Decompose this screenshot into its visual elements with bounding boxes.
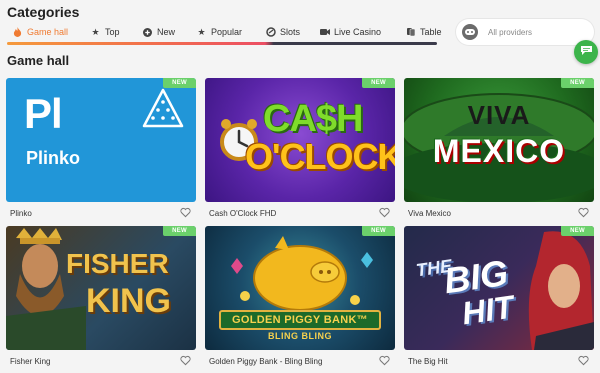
game-art-subtitle: BLING BLING (268, 331, 332, 341)
game-name: Viva Mexico (408, 209, 451, 218)
game-name: Golden Piggy Bank - Bling Bling (209, 357, 323, 366)
game-art-title: FISHER (66, 248, 169, 279)
game-name: Fisher King (10, 357, 51, 366)
tab-game-hall[interactable]: Game hall (12, 22, 68, 42)
tab-new[interactable]: New (142, 22, 175, 42)
tab-label: Live Casino (334, 27, 382, 37)
cards-icon (405, 27, 416, 38)
tab-underline (7, 42, 437, 45)
favorite-heart-icon[interactable] (180, 355, 191, 366)
category-tabs: Game hall ★ Top New ★ Popular Slots Live… (7, 22, 442, 45)
game-art-subtitle: KING (86, 282, 171, 320)
game-name: The Big Hit (408, 357, 448, 366)
tab-label: Slots (280, 27, 301, 37)
providers-select[interactable]: All providers (456, 19, 594, 45)
game-card-plinko[interactable]: Pl Plinko NEW Plinko (6, 78, 196, 222)
flame-icon (12, 27, 23, 38)
tab-label: Popular (211, 27, 243, 37)
game-card-golden-piggy-bank[interactable]: GOLDEN PIGGY BANK™ BLING BLING NEW Golde… (205, 226, 395, 370)
new-badge: NEW (163, 226, 196, 236)
star-icon: ★ (197, 26, 206, 37)
triangle-pegs-icon (142, 88, 184, 128)
game-art-title: VIVA (467, 100, 531, 130)
section-title: Game hall (7, 53, 70, 68)
favorite-heart-icon[interactable] (578, 207, 589, 218)
favorite-heart-icon[interactable] (578, 355, 589, 366)
new-badge: NEW (362, 226, 395, 236)
game-card-cash-oclock[interactable]: CA$H O'CLOCK NEW Cash O'Clock FHD (205, 78, 395, 222)
game-art-title: GOLDEN PIGGY BANK™ (219, 310, 381, 330)
tab-label: Game hall (27, 27, 69, 37)
plus-icon (142, 27, 153, 38)
tab-table[interactable]: Table (405, 22, 442, 42)
slot-icon (265, 27, 276, 38)
game-thumbnail[interactable]: THE BIG HIT NEW (404, 226, 594, 350)
game-art-subtitle: Plinko (26, 148, 81, 168)
new-badge: NEW (362, 78, 395, 88)
tab-slots[interactable]: Slots (265, 22, 300, 42)
game-card-viva-mexico[interactable]: VIVA MEXICO NEW Viva Mexico (404, 78, 594, 222)
favorite-heart-icon[interactable] (180, 207, 191, 218)
game-thumbnail[interactable]: Pl Plinko NEW (6, 78, 196, 202)
chat-button[interactable] (574, 40, 598, 64)
game-thumbnail[interactable]: VIVA MEXICO NEW (404, 78, 594, 202)
game-name: Cash O'Clock FHD (209, 209, 277, 218)
camera-icon (319, 27, 330, 38)
game-thumbnail[interactable]: CA$H O'CLOCK NEW (205, 78, 395, 202)
tab-top[interactable]: ★ Top (90, 22, 120, 42)
tab-label: Top (105, 27, 120, 37)
game-card-fisher-king[interactable]: FISHER KING NEW Fisher King (6, 226, 196, 370)
tab-label: Table (420, 27, 442, 37)
tab-label: New (157, 27, 176, 37)
chat-bubble-icon (580, 43, 593, 61)
favorite-heart-icon[interactable] (379, 207, 390, 218)
providers-placeholder: All providers (488, 27, 533, 37)
game-art-subtitle: HIT (459, 288, 516, 332)
favorite-heart-icon[interactable] (379, 355, 390, 366)
tab-live-casino[interactable]: Live Casino (319, 22, 381, 42)
provider-icon (462, 24, 478, 40)
star-icon: ★ (91, 26, 100, 37)
game-name: Plinko (10, 209, 32, 218)
categories-title: Categories (7, 4, 80, 20)
new-badge: NEW (163, 78, 196, 88)
game-art-title: Pl (24, 90, 63, 137)
new-badge: NEW (561, 226, 594, 236)
game-thumbnail[interactable]: FISHER KING NEW (6, 226, 196, 350)
new-badge: NEW (561, 78, 594, 88)
game-thumbnail[interactable]: GOLDEN PIGGY BANK™ BLING BLING NEW (205, 226, 395, 350)
game-art-title: CA$H (263, 98, 363, 140)
tab-popular[interactable]: ★ Popular (196, 22, 242, 42)
game-card-the-big-hit[interactable]: THE BIG HIT NEW The Big Hit (404, 226, 594, 370)
game-art-subtitle: MEXICO (432, 133, 566, 169)
game-art-subtitle: O'CLOCK (245, 136, 395, 177)
king-portrait-art (6, 228, 86, 350)
